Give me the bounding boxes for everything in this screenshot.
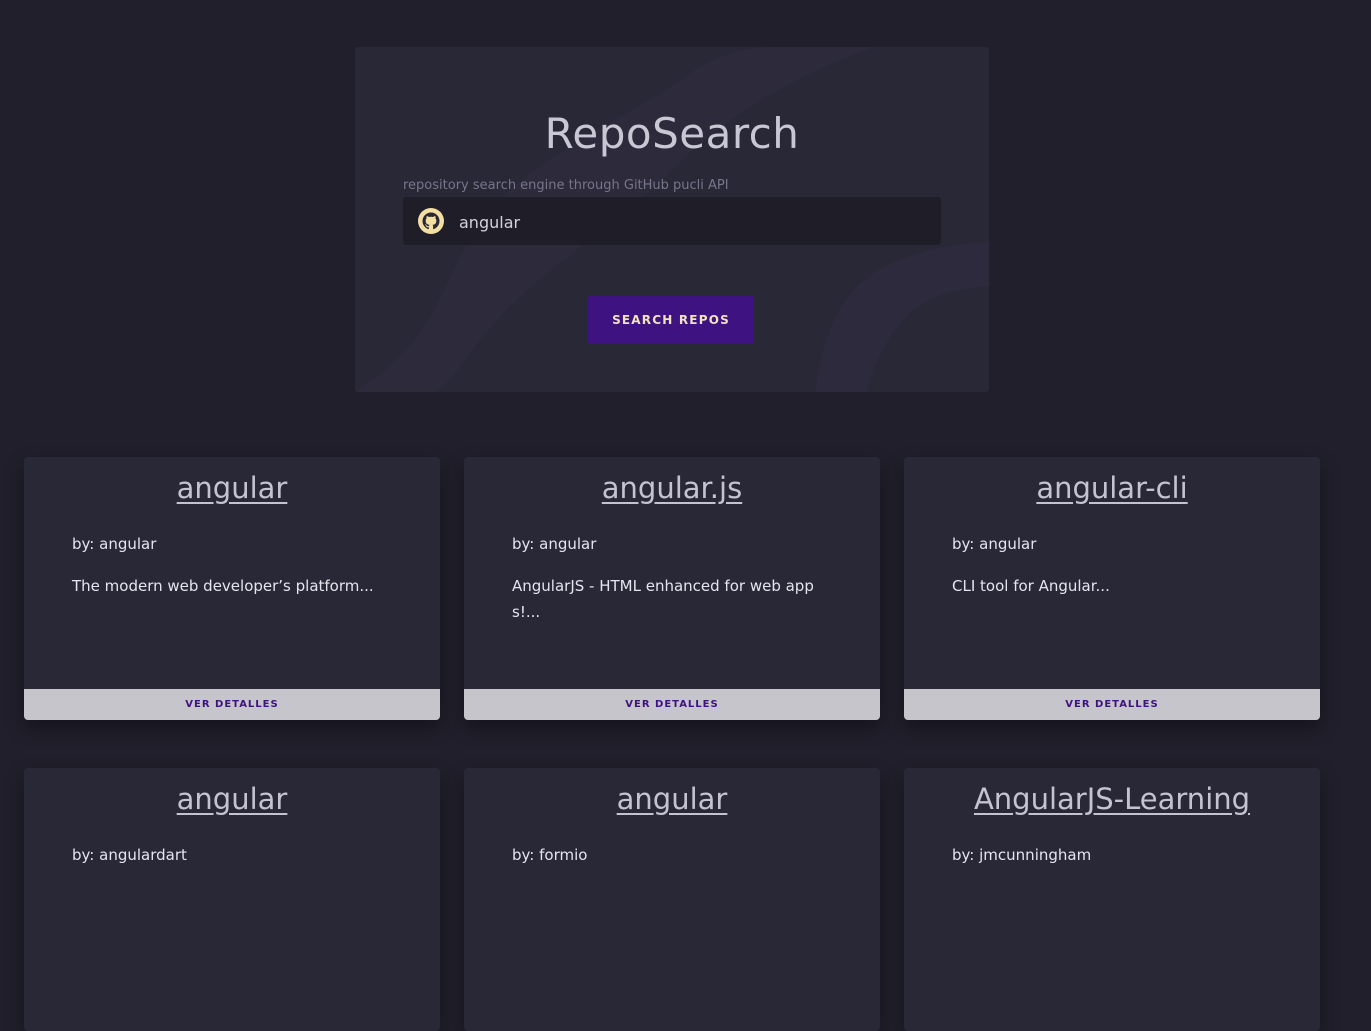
repo-card: angular by: angulardart <box>24 768 440 1031</box>
repo-title-link[interactable]: angular.js <box>464 471 880 505</box>
owner-prefix: by: <box>72 846 100 864</box>
view-details-button[interactable]: VER DETALLES <box>24 689 440 720</box>
repo-title-link[interactable]: angular <box>24 782 440 816</box>
search-hero: RepoSearch repository search engine thro… <box>355 47 989 392</box>
repo-owner: by: angular <box>512 535 596 553</box>
owner-name: angular <box>99 535 157 553</box>
owner-name: angular <box>979 535 1037 553</box>
repo-card: angular-cli by: angular CLI tool for Ang… <box>904 457 1320 720</box>
view-details-button[interactable]: VER DETALLES <box>904 689 1320 720</box>
owner-name: jmcunningham <box>979 846 1092 864</box>
owner-prefix: by: <box>952 535 980 553</box>
app-title: RepoSearch <box>544 109 800 158</box>
owner-name: angulardart <box>99 846 187 864</box>
search-input[interactable] <box>457 197 931 247</box>
owner-name: angular <box>539 535 597 553</box>
owner-prefix: by: <box>72 535 100 553</box>
repo-owner: by: angular <box>952 535 1036 553</box>
repo-owner: by: formio <box>512 846 587 864</box>
owner-prefix: by: <box>952 846 980 864</box>
repo-title-link[interactable]: angular <box>24 471 440 505</box>
github-icon <box>418 208 444 234</box>
repo-title-link[interactable]: AngularJS-Learning <box>904 782 1320 816</box>
repo-title-link[interactable]: angular-cli <box>904 471 1320 505</box>
repo-card: AngularJS-Learning by: jmcunningham <box>904 768 1320 1031</box>
repo-description: The modern web developer’s platform... <box>72 577 374 595</box>
search-field[interactable] <box>403 197 941 247</box>
repo-card: angular.js by: angular AngularJS - HTML … <box>464 457 880 720</box>
repo-owner: by: jmcunningham <box>952 846 1091 864</box>
repo-title-link[interactable]: angular <box>464 782 880 816</box>
repo-owner: by: angulardart <box>72 846 187 864</box>
repo-card: angular by: angular The modern web devel… <box>24 457 440 720</box>
owner-prefix: by: <box>512 846 540 864</box>
repo-card: angular by: formio <box>464 768 880 1031</box>
owner-prefix: by: <box>512 535 540 553</box>
repo-description: CLI tool for Angular... <box>952 577 1110 595</box>
view-details-button[interactable]: VER DETALLES <box>464 689 880 720</box>
repo-owner: by: angular <box>72 535 156 553</box>
search-repos-button[interactable]: SEARCH REPOS <box>588 296 754 344</box>
app-subtitle: repository search engine through GitHub … <box>403 178 729 193</box>
owner-name: formio <box>539 846 588 864</box>
repo-description: AngularJS - HTML enhanced for web apps!.… <box>512 577 814 621</box>
